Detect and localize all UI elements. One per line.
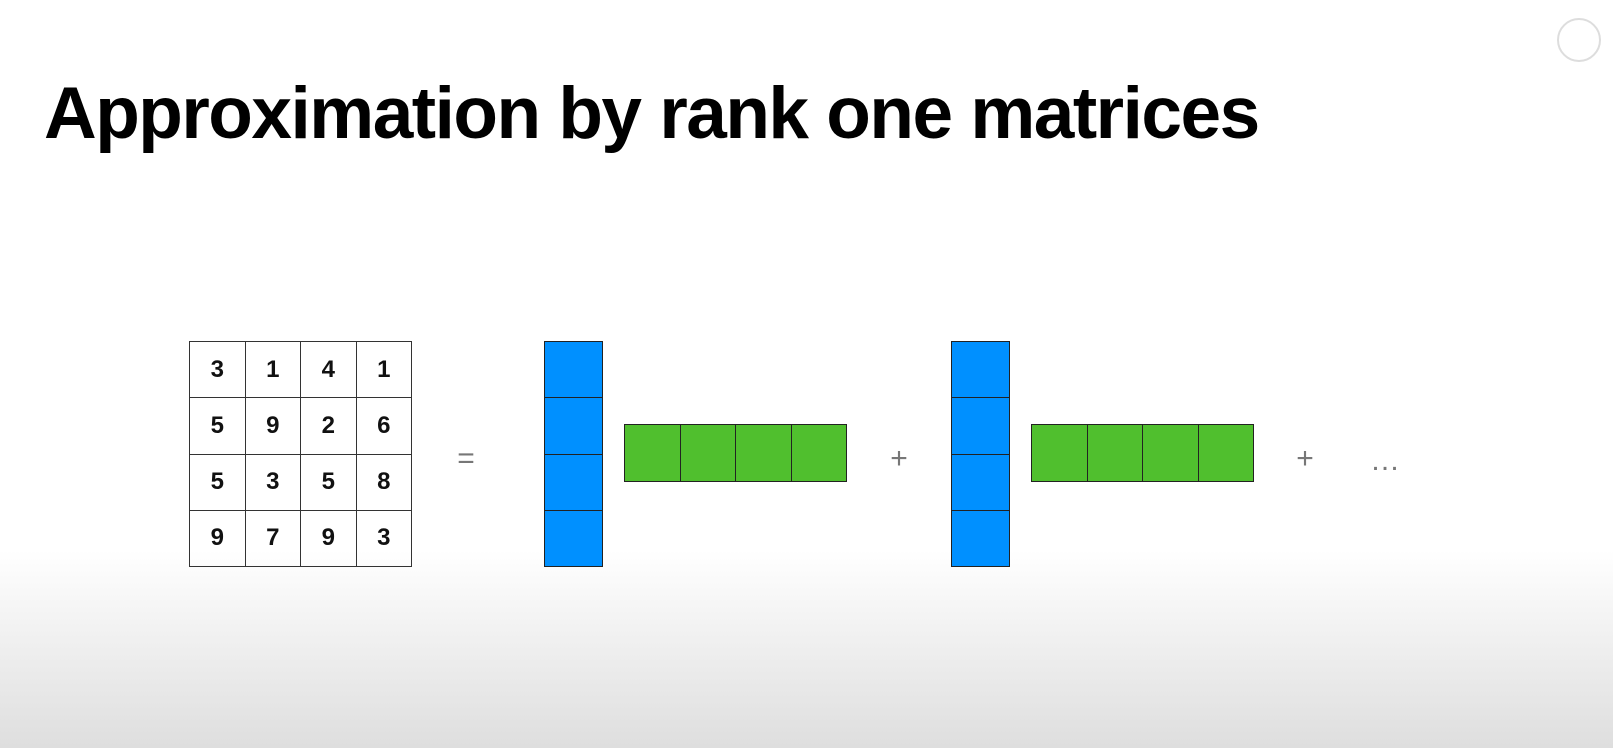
matrix-cell: 2 — [301, 398, 357, 455]
vector-cell — [1087, 424, 1143, 482]
matrix-cell: 9 — [245, 398, 301, 455]
vector-cell — [951, 398, 1010, 455]
plus-sign: + — [1296, 442, 1314, 475]
column-vector-2 — [951, 341, 1010, 567]
slide-title: Approximation by rank one matrices — [44, 73, 1260, 154]
column-vector-1 — [544, 341, 603, 567]
matrix-cell: 1 — [245, 342, 301, 399]
matrix-cell: 3 — [190, 342, 246, 399]
matrix-cell: 9 — [301, 510, 357, 567]
matrix-cell: 3 — [356, 510, 412, 567]
matrix-cell: 5 — [190, 454, 246, 511]
vector-cell — [736, 424, 792, 482]
vector-cell — [625, 424, 681, 482]
vector-cell — [1032, 424, 1088, 482]
vector-cell — [544, 342, 603, 399]
row-vector-1 — [624, 424, 847, 482]
bottom-fade — [0, 550, 1613, 748]
vector-cell — [544, 454, 603, 511]
ellipsis: … — [1370, 444, 1400, 477]
vector-cell — [680, 424, 736, 482]
row-vector-2 — [1031, 424, 1254, 482]
vector-cell — [544, 398, 603, 455]
matrix-cell: 1 — [356, 342, 412, 399]
number-matrix: 3141592653589793 — [189, 341, 412, 567]
vector-cell — [951, 454, 1010, 511]
vector-cell — [791, 424, 847, 482]
matrix-cell: 8 — [356, 454, 412, 511]
matrix-cell: 4 — [301, 342, 357, 399]
vector-cell — [951, 342, 1010, 399]
vector-cell — [1143, 424, 1199, 482]
matrix-cell: 5 — [190, 398, 246, 455]
circle-button[interactable] — [1557, 18, 1601, 62]
vector-cell — [951, 510, 1010, 567]
matrix-cell: 6 — [356, 398, 412, 455]
equals-sign: = — [457, 442, 475, 475]
vector-cell — [1198, 424, 1254, 482]
matrix-cell: 5 — [301, 454, 357, 511]
matrix-cell: 3 — [245, 454, 301, 511]
matrix-cell: 7 — [245, 510, 301, 567]
plus-sign: + — [890, 442, 908, 475]
vector-cell — [544, 510, 603, 567]
matrix-cell: 9 — [190, 510, 246, 567]
